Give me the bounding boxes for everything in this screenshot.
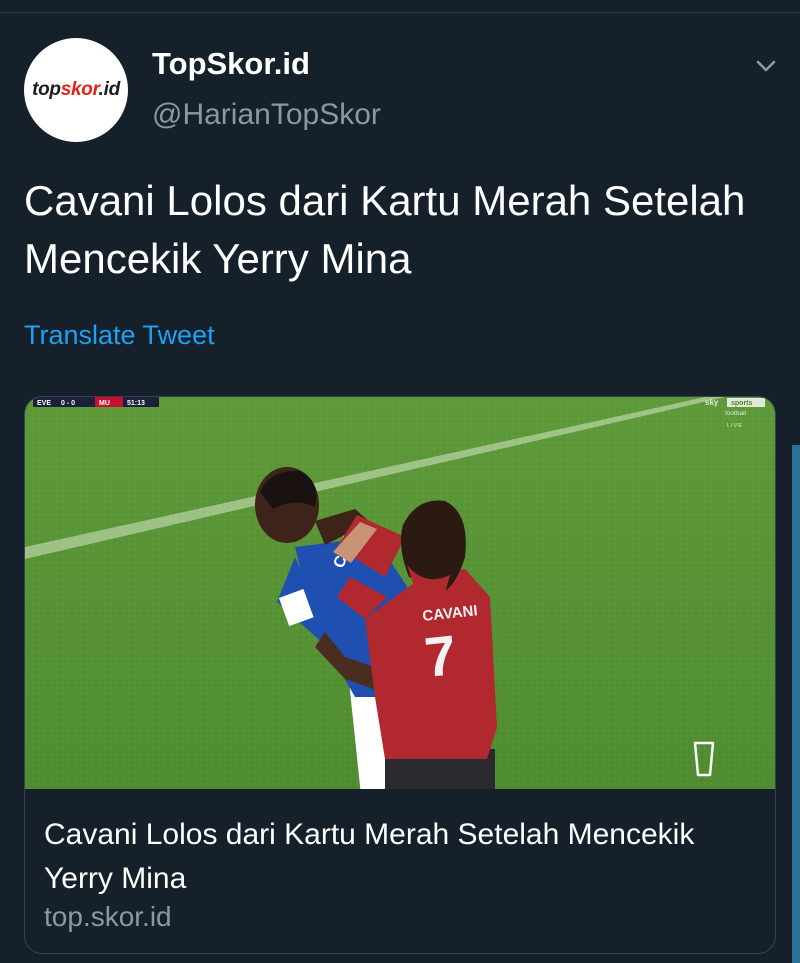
card-domain[interactable]: top.skor.id [44, 901, 172, 933]
chevron-down-icon[interactable] [754, 56, 778, 76]
scoreboard-clock: 51:13 [127, 400, 145, 407]
card-title[interactable]: Cavani Lolos dari Kartu Merah Setelah Me… [44, 813, 744, 901]
avatar[interactable]: topskor.id [24, 38, 128, 142]
scoreboard-score: 0 - 0 [61, 400, 75, 407]
avatar-logo: topskor.id [32, 79, 120, 100]
red-shirt-number: 7 [422, 623, 460, 689]
top-divider [0, 12, 800, 13]
scoreboard-home: EVE [37, 400, 51, 407]
svg-text:sky: sky [705, 398, 719, 407]
card-image: EVE 0 - 0 MU 51:13 sky sports football L… [25, 397, 775, 789]
scoreboard: EVE 0 - 0 MU 51:13 [33, 397, 159, 407]
svg-text:sports: sports [731, 400, 753, 407]
account-handle[interactable]: @HarianTopSkor [152, 98, 381, 132]
translate-tweet-link[interactable]: Translate Tweet [24, 320, 215, 351]
scoreboard-away: MU [99, 400, 110, 407]
svg-text:football: football [725, 410, 747, 417]
link-card[interactable]: EVE 0 - 0 MU 51:13 sky sports football L… [24, 396, 776, 954]
scrollbar[interactable] [792, 445, 800, 963]
tweet-text: Cavani Lolos dari Kartu Merah Setelah Me… [24, 177, 746, 282]
svg-text:LIVE: LIVE [727, 423, 743, 429]
account-name[interactable]: TopSkor.id [152, 46, 310, 82]
